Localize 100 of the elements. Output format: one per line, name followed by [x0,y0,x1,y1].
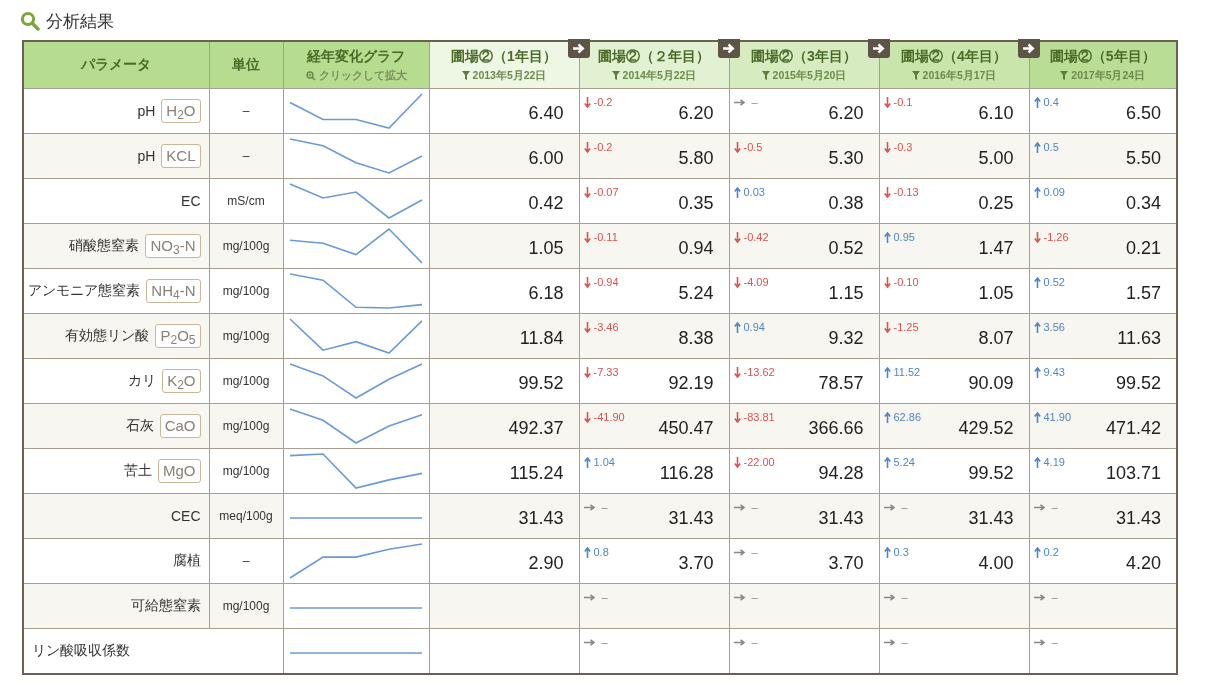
measured-value: 471.42 [1105,418,1161,439]
unit-text: mS/cm [227,194,265,208]
change-amount: 0.8 [593,546,609,558]
arrow-down-icon [583,276,591,288]
change-amount: – [751,501,758,513]
parameter-name: pH [137,103,156,119]
measured-value: 0.52 [828,238,864,259]
measured-value: 1.15 [828,283,864,304]
change-amount: 11.52 [893,366,921,378]
next-button[interactable] [1017,39,1040,58]
parameter-name: リン酸吸収係数 [32,642,130,660]
trend-sparkline[interactable] [289,183,423,219]
trend-sparkline[interactable] [289,273,423,309]
change-amount: -7.33 [593,366,619,378]
measured-value: 6.50 [1125,103,1161,124]
zoom-in-icon [305,70,316,81]
sample-date: 2014年5月22日 [622,68,697,83]
trend-sparkline[interactable] [289,363,423,399]
measured-value: 8.07 [978,328,1014,349]
trend-sparkline[interactable] [289,227,423,264]
change-amount: -22.00 [743,456,775,468]
change-amount: 0.52 [1043,276,1065,288]
change-amount: – [751,96,758,108]
arrow-down-icon [583,321,591,333]
arrow-up-icon [883,366,891,378]
trend-sparkline[interactable] [289,138,423,174]
filter-icon [611,71,620,80]
change-amount: 0.03 [743,186,765,198]
measured-value: 31.43 [518,508,564,529]
measured-value: 90.09 [968,373,1014,394]
change-amount: – [1051,636,1058,648]
measured-value: 1.57 [1125,283,1161,304]
trend-sparkline[interactable] [289,318,423,354]
arrow-up-icon [733,321,741,333]
filter-icon [1060,71,1069,80]
unit-text: – [242,104,250,118]
change-amount: -0.94 [593,276,619,288]
change-amount: 0.5 [1043,141,1059,153]
formula-tag: K$_{2}$O [162,369,201,393]
search-icon [20,11,40,31]
measured-value: 115.24 [509,463,564,484]
change-amount: – [901,501,908,513]
trend-sparkline[interactable] [289,408,423,444]
measured-value: 99.52 [1115,373,1161,394]
trend-sparkline[interactable] [289,93,423,129]
change-amount: -0.13 [893,186,919,198]
filter-icon [461,71,470,80]
arrow-up-icon [583,546,591,558]
arrow-up-icon [1033,411,1041,423]
filter-icon [761,71,770,80]
trend-sparkline[interactable] [289,543,423,579]
arrow-right-icon [583,503,595,511]
measured-value: 0.38 [828,193,864,214]
trend-sparkline[interactable] [289,453,423,489]
column-header: 経年変化グラフ クリックして拡大 [283,41,429,89]
arrow-up-icon [883,546,891,558]
change-amount: 9.43 [1043,366,1065,378]
change-amount: -0.10 [893,276,919,288]
change-amount: -83.81 [743,411,775,423]
change-amount: -1.25 [893,321,919,333]
measured-value: 2.90 [528,553,564,574]
next-button[interactable] [567,39,590,58]
graph-hint: クリックして拡大 [318,68,407,83]
measured-value: 5.50 [1125,148,1161,169]
measured-value: 4.00 [978,553,1014,574]
measured-value: 6.20 [678,103,714,124]
measured-value: 0.21 [1125,238,1161,259]
measured-value: 3.70 [678,553,714,574]
change-amount: -0.11 [593,231,618,243]
change-amount: – [751,546,758,558]
parameter-name: EC [181,193,201,209]
change-amount: 3.56 [1043,321,1065,333]
measured-value: 31.43 [668,508,714,529]
measured-value: 429.52 [958,418,1014,439]
change-amount: – [601,591,608,603]
arrow-up-icon [1033,186,1041,198]
parameter-name: 有効態リン酸 [65,327,150,345]
measured-value: 1.47 [978,238,1014,259]
unit-text: mg/100g [222,599,270,613]
arrow-down-icon [733,231,741,243]
change-amount: -4.09 [743,276,769,288]
parameter-name: アンモニア態窒素 [28,282,141,300]
measured-value: 11.84 [519,328,564,349]
change-amount: 62.86 [893,411,922,423]
change-amount: 4.19 [1043,456,1065,468]
measured-value: 6.10 [978,103,1014,124]
measured-value: 5.24 [678,283,714,304]
arrow-down-icon [583,96,591,108]
year-header: 圃場②（1年目） 2013年5月22日 [429,41,579,89]
sample-date: 2013年5月22日 [472,68,547,83]
next-button[interactable] [867,39,890,58]
arrow-down-icon [733,456,741,468]
change-amount: 0.94 [743,321,765,333]
measured-value: 492.37 [508,418,564,439]
change-amount: -0.42 [743,231,769,243]
next-button[interactable] [717,39,740,58]
measured-value: 99.52 [968,463,1014,484]
measured-value: 6.18 [528,283,564,304]
parameter-name: 可給態窒素 [130,597,201,615]
parameter-name: CEC [170,508,201,524]
